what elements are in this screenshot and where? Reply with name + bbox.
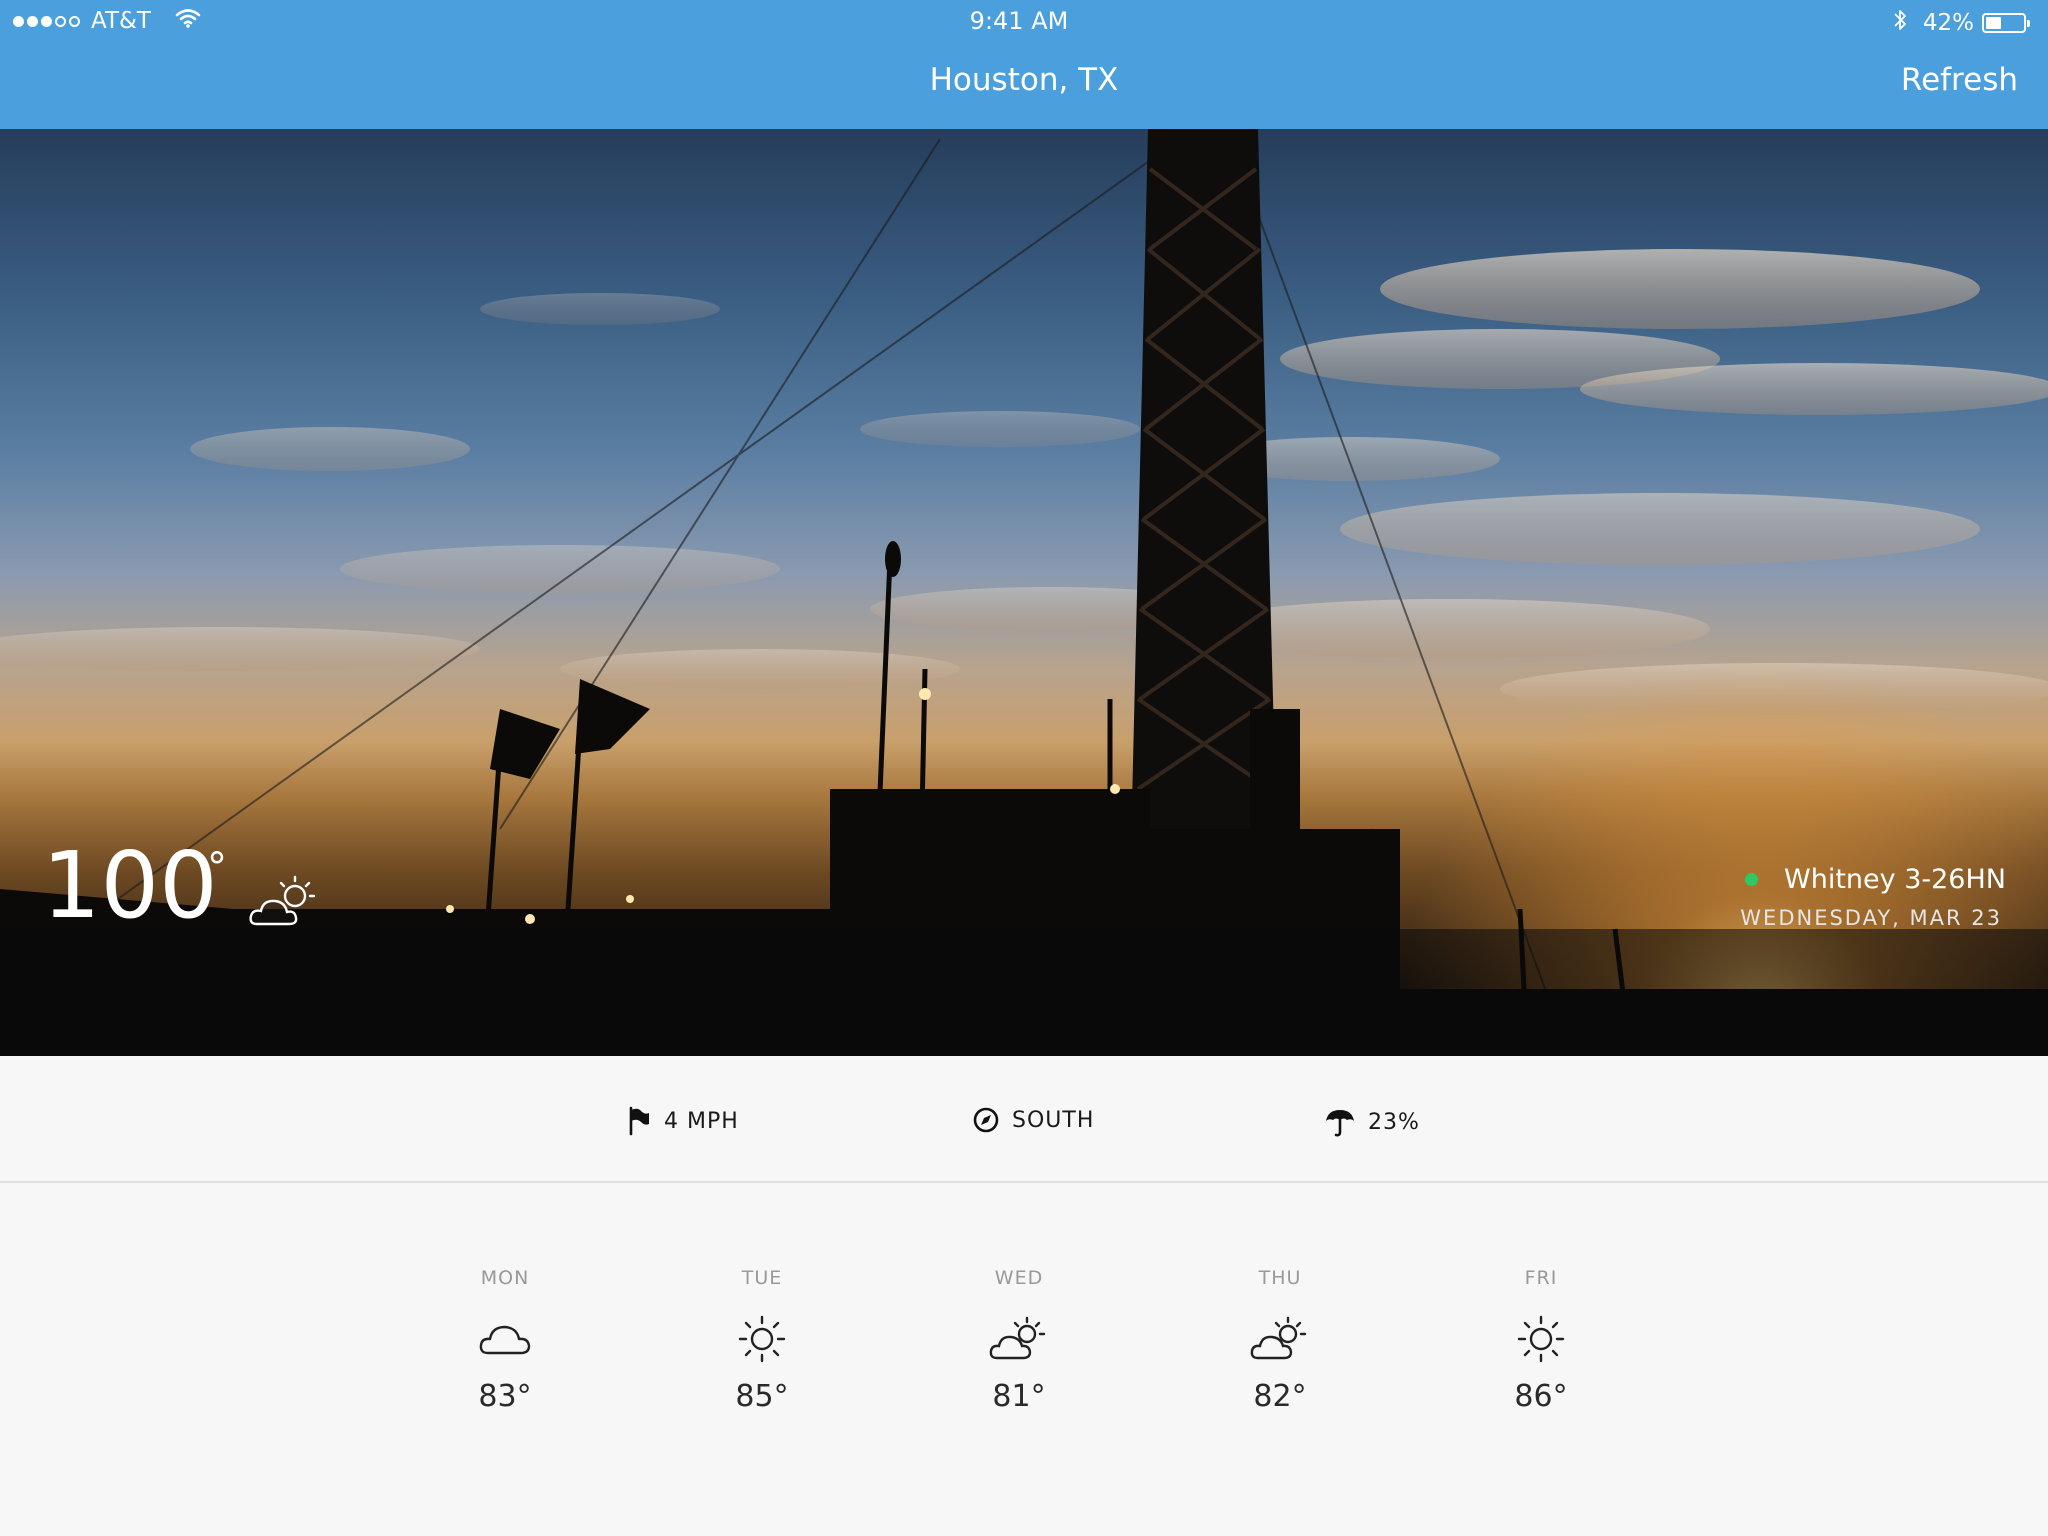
battery-percent: 42% [1922,10,1974,36]
site-location: Whitney 3-26HN [1745,864,2006,895]
flag-icon [629,1106,649,1136]
forecast-day: MON 83° [435,1267,575,1414]
wind-speed-value: 4 MPH [664,1108,739,1134]
refresh-button[interactable]: Refresh [1901,62,2018,98]
current-temperature: 100 [42,832,218,939]
sun-icon [737,1315,787,1363]
battery-level [1986,17,2002,29]
compass-icon [973,1107,999,1133]
bluetooth-icon [1893,8,1907,38]
wind-speed-stat: 4 MPH [626,1106,739,1136]
forecast-day-name: TUE [741,1267,783,1289]
battery-icon [1982,13,2030,33]
precipitation-stat: 23% [1324,1106,1420,1138]
forecast-day-name: MON [480,1267,530,1289]
cloud-icon [478,1315,532,1363]
site-name: Whitney 3-26HN [1784,864,2006,895]
forecast-temperature: 86° [1514,1379,1568,1414]
page-title: Houston, TX [929,62,1119,98]
status-bar: AT&T 9:41 AM 42% [0,0,2048,42]
navigation-header: AT&T 9:41 AM 42% Houston, TX Refresh [0,0,2048,129]
forecast-temperature: 81° [992,1379,1046,1414]
degree-symbol: ° [207,845,227,891]
forecast-day-name: FRI [1524,1267,1558,1289]
forecast-day-name: WED [994,1267,1044,1289]
current-date: WEDNESDAY, MAR 23 [1740,906,2002,930]
forecast-day: TUE 85° [692,1267,832,1414]
weather-stats-bar: 4 MPH SOUTH 23% [0,1056,2048,1183]
forecast-temperature: 82° [1253,1379,1307,1414]
wind-direction-stat: SOUTH [972,1106,1094,1134]
umbrella-icon [1326,1110,1354,1137]
partly-cloudy-icon [1250,1315,1310,1363]
status-right: 42% [1893,8,2030,38]
wind-direction-value: SOUTH [1012,1107,1095,1133]
conditions-overlay [0,929,2048,1056]
sun-icon [1516,1315,1566,1363]
five-day-forecast: MON 83° TUE 85° WED 81° THU 82° FRI 86° [0,1183,2048,1536]
precipitation-value: 23% [1368,1109,1420,1135]
forecast-temperature: 83° [478,1379,532,1414]
status-time: 9:41 AM [969,7,1069,35]
partly-cloudy-icon [989,1315,1049,1363]
forecast-day-name: THU [1258,1267,1302,1289]
forecast-day: THU 82° [1210,1267,1350,1414]
forecast-temperature: 85° [735,1379,789,1414]
forecast-day: FRI 86° [1471,1267,1611,1414]
forecast-day: WED 81° [949,1267,1089,1414]
battery-nub [2027,20,2030,27]
site-status-indicator [1745,873,1759,886]
partly-cloudy-icon [247,872,323,936]
